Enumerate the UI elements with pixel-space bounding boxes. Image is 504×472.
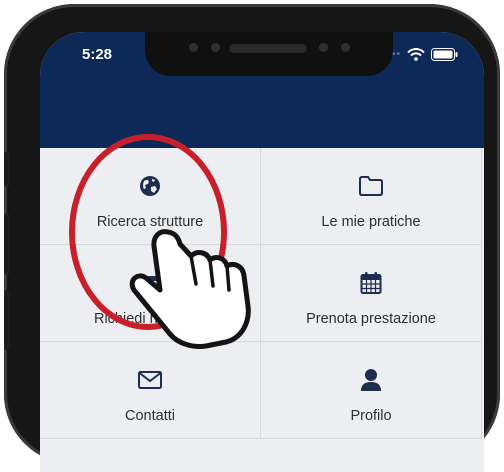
app-screen: 5:28 ••••	[40, 32, 484, 472]
menu-item-profilo[interactable]: Profilo	[261, 342, 482, 439]
menu-label: Profilo	[350, 408, 392, 424]
phone-frame: 5:28 ••••	[4, 4, 500, 472]
folder-icon	[359, 176, 383, 196]
battery-icon	[431, 48, 458, 61]
status-icons: ••••	[383, 48, 458, 61]
wallet-icon	[139, 276, 161, 292]
menu-item-prenota-prestazione[interactable]: Prenota prestazione	[261, 245, 482, 342]
menu-label: Le mie pratiche	[321, 214, 421, 230]
sensor-dot	[189, 43, 198, 52]
menu-label: Ricerca strutture	[96, 214, 204, 230]
sensor-dot	[341, 43, 350, 52]
status-time: 5:28	[82, 46, 113, 63]
envelope-icon	[138, 371, 162, 389]
menu-label: Prenota prestazione	[306, 311, 436, 327]
earpiece-speaker	[229, 44, 307, 53]
menu-label: Contatti	[125, 408, 175, 424]
menu-item-ricerca-strutture[interactable]: Ricerca strutture	[40, 148, 261, 245]
menu-label: Richiedi rimborso	[93, 311, 206, 327]
menu-item-richiedi-rimborso[interactable]: Richiedi rimborso	[40, 245, 261, 342]
phone-volume-up	[4, 214, 10, 274]
menu-item-le-mie-pratiche[interactable]: Le mie pratiche	[261, 148, 482, 245]
front-camera	[319, 43, 328, 52]
phone-mute-switch	[4, 152, 10, 186]
menu-item-contatti[interactable]: Contatti	[40, 342, 261, 439]
sensor-dot	[211, 43, 220, 52]
globe-icon	[140, 176, 160, 196]
camera-notch	[145, 32, 393, 76]
phone-volume-down	[4, 290, 10, 350]
calendar-icon	[360, 272, 382, 294]
user-icon	[361, 369, 381, 391]
wifi-icon	[407, 48, 425, 61]
